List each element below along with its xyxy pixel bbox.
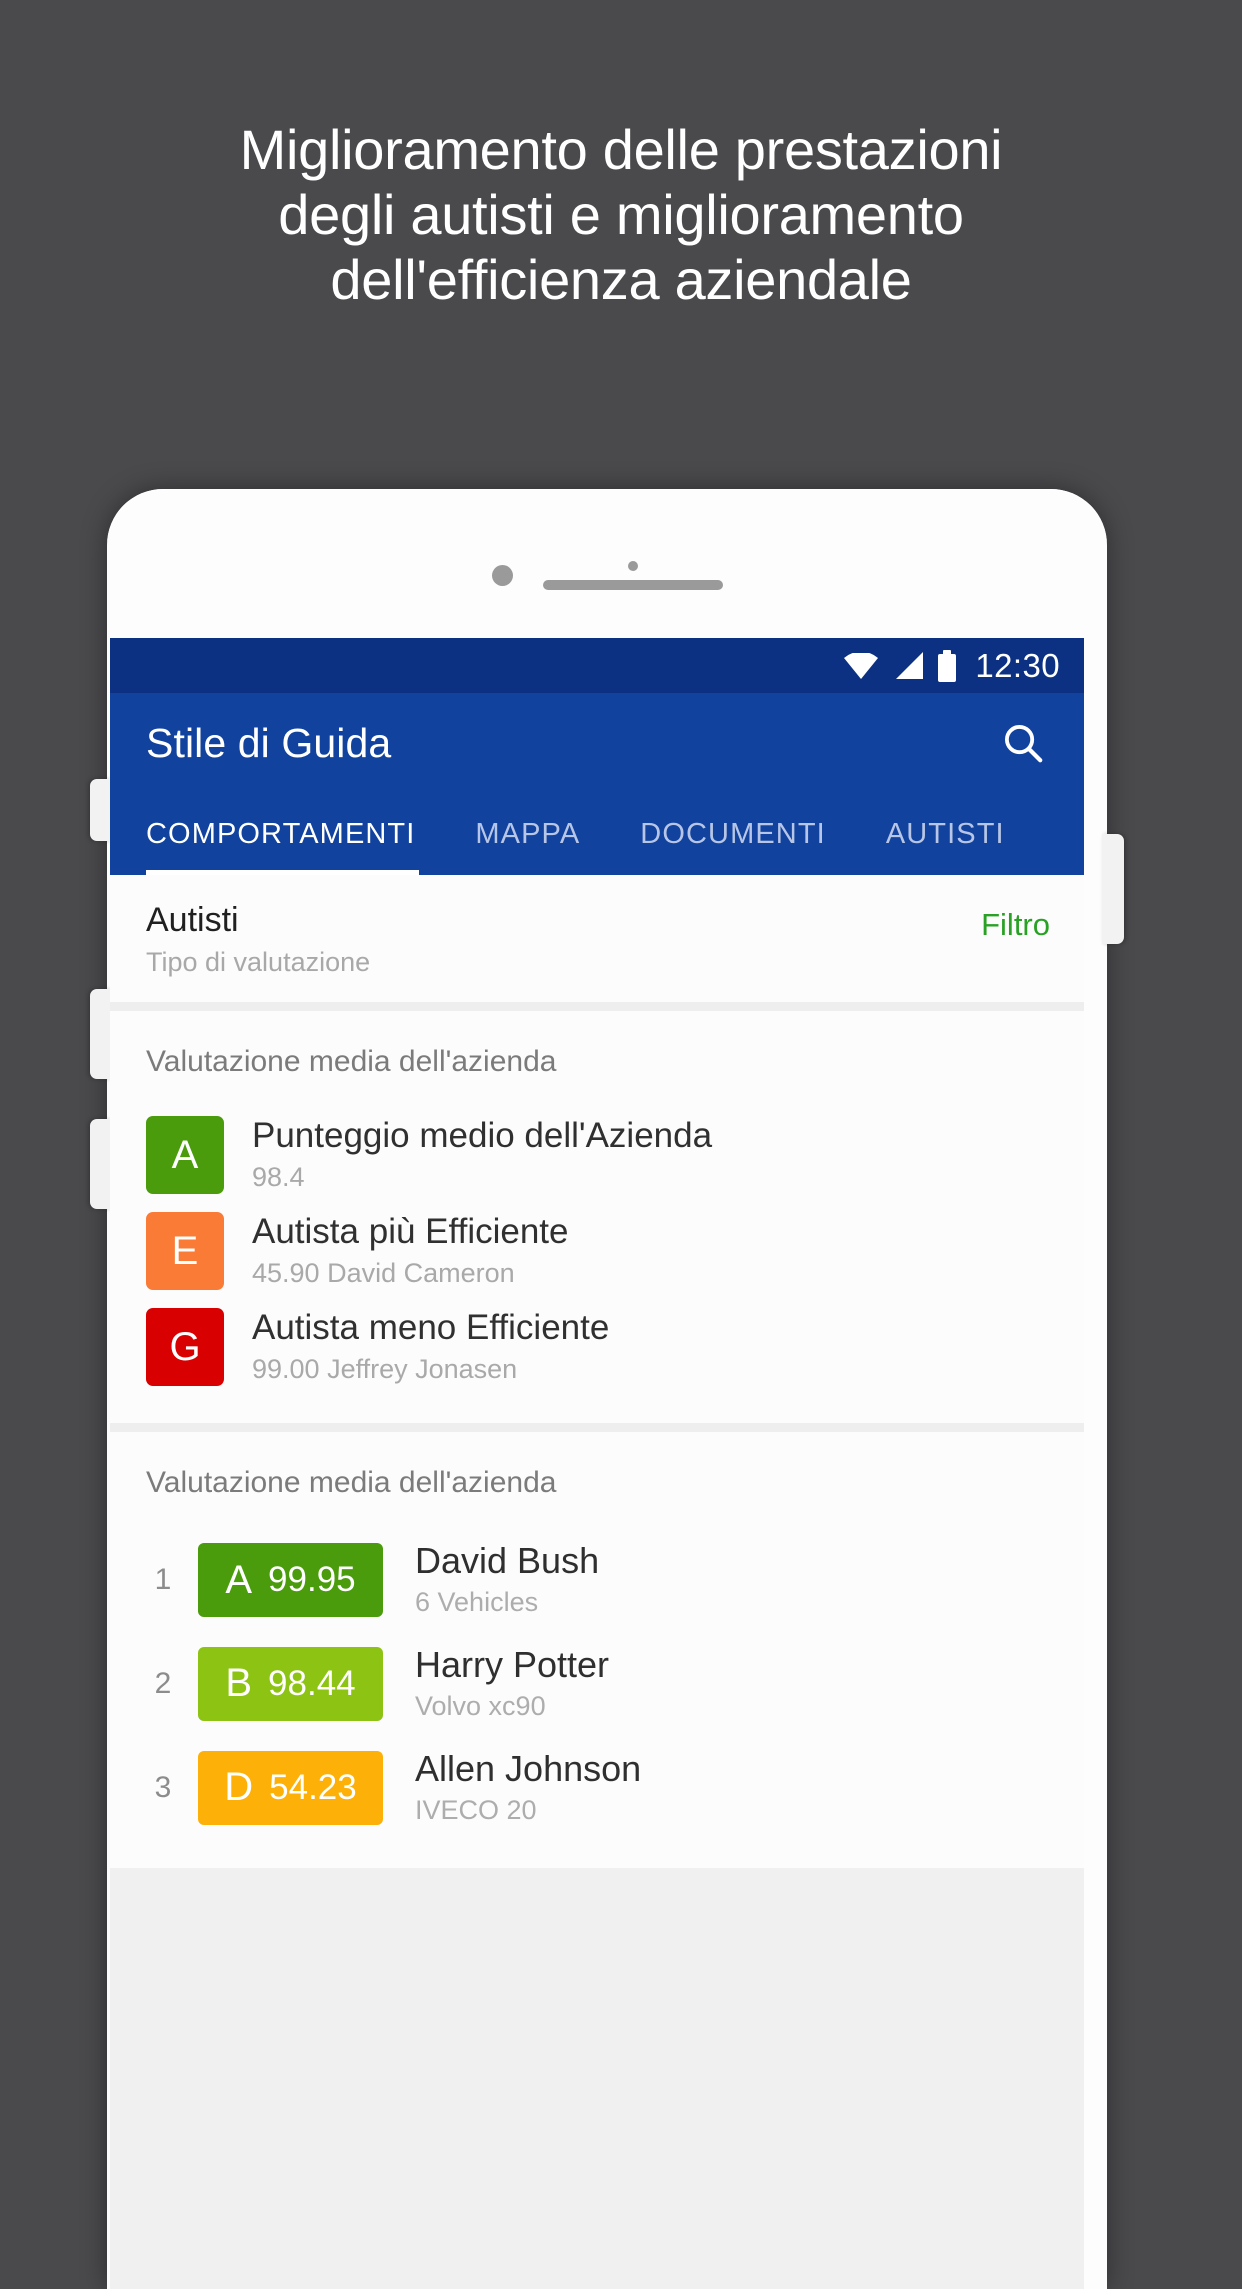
list-item[interactable]: E Autista più Efficiente 45.90 David Cam… [110,1203,1084,1299]
filter-row-subtitle: Tipo di valutazione [146,947,371,978]
phone-top-hardware [107,555,1107,595]
tab-autisti[interactable]: AUTISTI [858,793,1037,875]
phone-volume-down-button[interactable] [90,1119,112,1209]
stat-value: 99.00 Jeffrey Jonasen [252,1354,518,1385]
rank-grade: B [225,1661,253,1706]
earpiece-group [542,560,723,590]
score-badge: D 54.23 [198,1750,383,1825]
rank-grade: A [225,1557,253,1602]
rank-grade: D [224,1765,254,1810]
driver-subtitle: 6 Vehicles [415,1586,539,1617]
driver-filter-row[interactable]: Autisti Tipo di valutazione Filtro [110,875,1084,1003]
driver-subtitle: IVECO 20 [415,1794,537,1825]
tab-documenti[interactable]: DOCUMENTI [612,793,858,875]
table-row[interactable]: 3 D 54.23 Allen Johnson IVECO 20 [110,1736,1084,1840]
rank-text-group: Harry Potter Volvo xc90 [415,1643,610,1722]
filter-row-labels: Autisti Tipo di valutazione [146,901,370,978]
promo-headline: Miglioramento delle prestazioni degli au… [0,118,1242,313]
screen-content: Autisti Tipo di valutazione Filtro Valut… [110,875,1084,2289]
driver-name: David Bush [415,1540,600,1582]
rank-score: 54.23 [269,1767,357,1807]
tab-comportamenti[interactable]: COMPORTAMENTI [146,793,447,875]
table-row[interactable]: 1 A 99.95 David Bush 6 Vehicles [110,1528,1084,1632]
rank-text-group: Allen Johnson IVECO 20 [415,1747,642,1826]
sensor-icon [627,560,638,571]
stat-value: 45.90 David Cameron [252,1258,515,1289]
section-divider [110,1423,1084,1433]
rank-score: 98.44 [268,1663,356,1703]
phone-mockup: 12:30 Stile di Guida COMPORTAMENTI MAPPA… [90,489,1124,2289]
table-row[interactable]: 2 B 98.44 Harry Potter Volvo xc90 [110,1632,1084,1736]
list-item[interactable]: G Autista meno Efficiente 99.00 Jeffrey … [110,1299,1084,1395]
driver-ranking-section: Valutazione media dell'azienda 1 A 99.95… [110,1432,1084,1868]
phone-power-button[interactable] [1102,834,1124,944]
battery-icon [938,649,957,682]
front-camera-icon [491,564,513,586]
driver-name: Allen Johnson [415,1747,642,1789]
rank-score: 99.95 [268,1560,356,1600]
company-average-section: Valutazione media dell'azienda A Puntegg… [110,1011,1084,1424]
status-bar-clock: 12:30 [975,646,1060,684]
stat-label: Autista più Efficiente [252,1211,569,1251]
ranking-section-title: Valutazione media dell'azienda [146,1466,557,1500]
score-badge: A 99.95 [198,1543,383,1618]
grade-badge: A [146,1116,224,1195]
filter-link[interactable]: Filtro [981,901,1050,943]
wifi-icon [844,652,879,679]
grade-badge: E [146,1212,224,1291]
signal-icon [896,652,924,679]
tab-bar[interactable]: COMPORTAMENTI MAPPA DOCUMENTI AUTISTI [110,793,1084,875]
stat-label: Punteggio medio dell'Azienda [252,1115,713,1155]
phone-screen: 12:30 Stile di Guida COMPORTAMENTI MAPPA… [110,638,1084,2289]
company-section-title: Valutazione media dell'azienda [146,1045,557,1079]
rank-number: 2 [154,1666,172,1700]
headline-line-1: Miglioramento delle prestazioni [239,118,1003,181]
rank-number: 1 [154,1563,172,1597]
app-title: Stile di Guida [146,719,392,766]
search-button[interactable] [994,714,1052,772]
list-item[interactable]: A Punteggio medio dell'Azienda 98.4 [110,1107,1084,1203]
grade-badge: G [146,1308,224,1387]
status-icons [844,649,957,682]
search-icon [1004,724,1043,763]
stat-text-group: Autista meno Efficiente 99.00 Jeffrey Jo… [252,1307,610,1386]
app-bar: Stile di Guida [110,693,1084,793]
driver-name: Harry Potter [415,1643,610,1685]
headline-line-3: dell'efficienza aziendale [330,247,912,311]
earpiece-speaker [542,579,723,590]
driver-subtitle: Volvo xc90 [415,1690,546,1721]
phone-volume-up-button[interactable] [90,989,112,1079]
section-divider [110,1002,1084,1012]
stat-text-group: Punteggio medio dell'Azienda 98.4 [252,1115,713,1194]
stat-text-group: Autista più Efficiente 45.90 David Camer… [252,1211,569,1290]
headline-line-2: degli autisti e miglioramento [278,182,964,246]
stat-value: 98.4 [252,1162,305,1193]
stat-label: Autista meno Efficiente [252,1307,610,1347]
rank-number: 3 [154,1770,172,1804]
android-status-bar: 12:30 [110,638,1084,693]
filter-row-title: Autisti [146,901,239,939]
score-badge: B 98.44 [198,1646,383,1721]
tab-mappa[interactable]: MAPPA [447,793,612,875]
rank-text-group: David Bush 6 Vehicles [415,1540,600,1618]
phone-side-button-1[interactable] [90,779,112,841]
